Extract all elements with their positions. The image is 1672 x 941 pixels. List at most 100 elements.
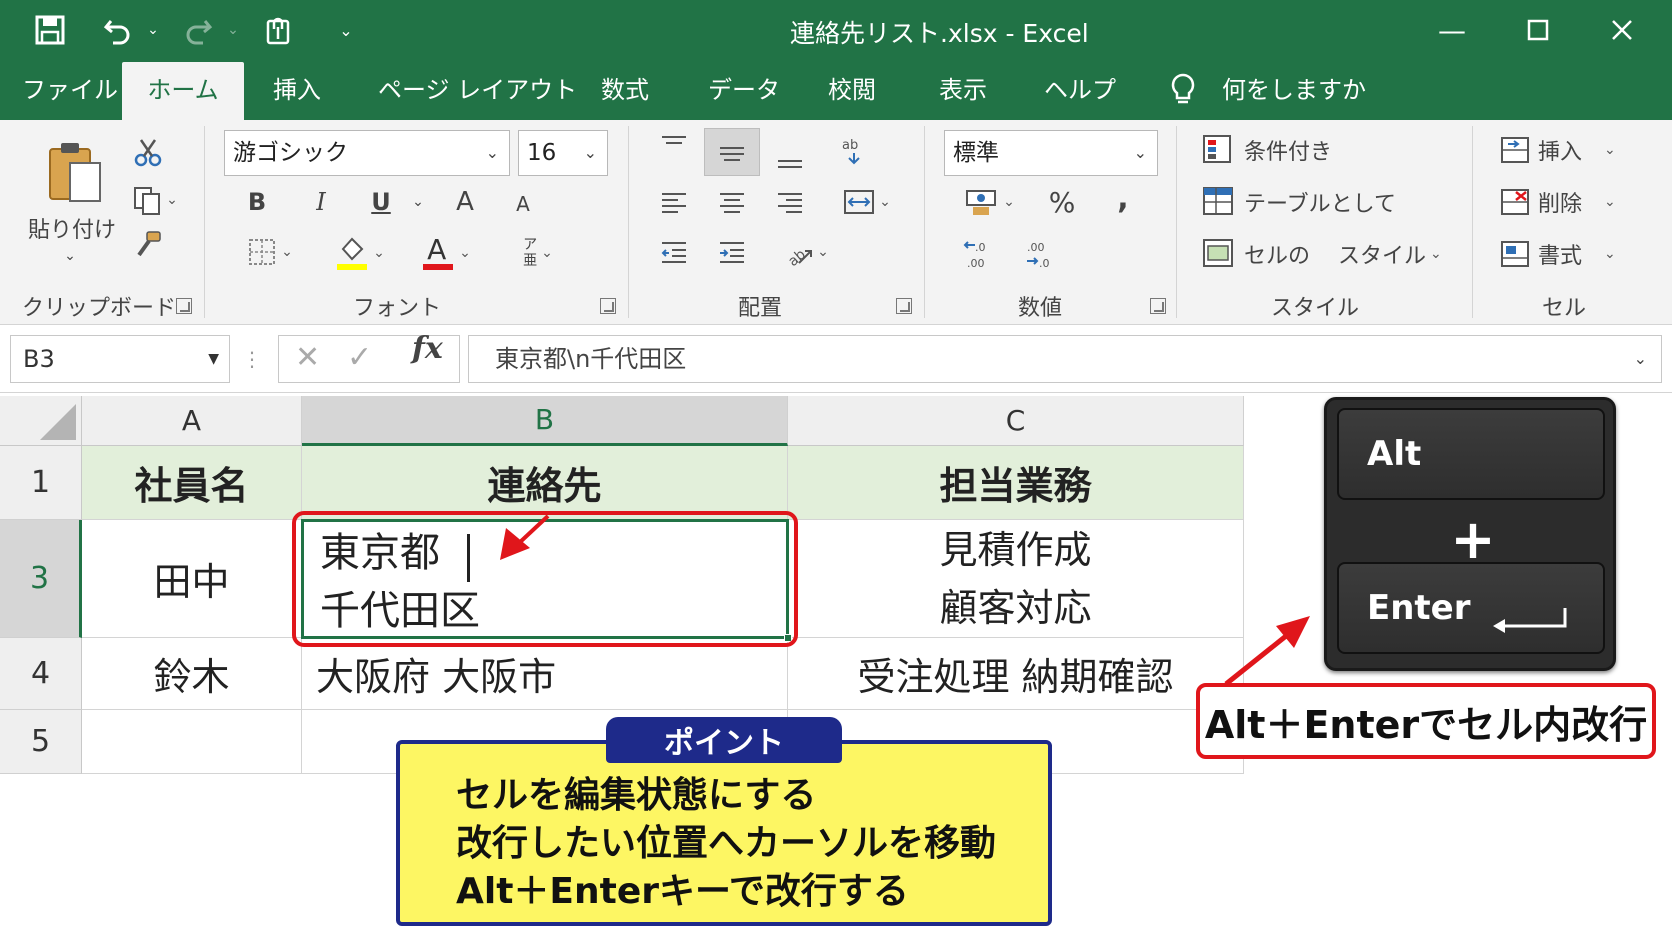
fill-color-icon[interactable]: ⌄ bbox=[328, 232, 392, 274]
row-header-1[interactable]: 1 bbox=[0, 446, 82, 520]
column-header-b[interactable]: B bbox=[302, 396, 788, 446]
lightbulb-icon bbox=[1168, 72, 1198, 108]
column-header-a[interactable]: A bbox=[82, 396, 302, 446]
decrease-indent-icon[interactable] bbox=[656, 234, 692, 270]
underline-button[interactable]: U bbox=[364, 182, 398, 222]
row-header-5[interactable]: 5 bbox=[0, 710, 82, 774]
align-left-icon[interactable] bbox=[656, 184, 692, 220]
borders-icon[interactable]: ⌄ bbox=[240, 232, 300, 272]
cell-a5[interactable] bbox=[82, 710, 302, 774]
cell-c3[interactable]: 見積作成 顧客対応 bbox=[788, 520, 1244, 638]
delete-cells-button[interactable]: 削除 ⌄ bbox=[1498, 182, 1630, 222]
redo-dropdown-icon[interactable]: ⌄ bbox=[224, 10, 242, 50]
decrease-decimal-icon[interactable]: .00.0 bbox=[1020, 234, 1060, 274]
alignment-launcher-icon[interactable] bbox=[896, 298, 912, 314]
cell-b4[interactable]: 大阪府 大阪市 bbox=[302, 638, 788, 710]
format-painter-icon[interactable] bbox=[130, 226, 166, 262]
vertical-text-icon[interactable]: ab bbox=[836, 132, 872, 168]
underline-dropdown-icon[interactable]: ⌄ bbox=[410, 190, 426, 214]
chevron-down-icon: ⌄ bbox=[1604, 194, 1616, 210]
styles-group-label: スタイル bbox=[1270, 296, 1359, 321]
number-launcher-icon[interactable] bbox=[1150, 298, 1166, 314]
name-box[interactable]: B3 ▼ bbox=[10, 335, 230, 383]
title-bar: ⌄ ⌄ ⌄ 連絡先リスト.xlsx - Excel — bbox=[0, 0, 1672, 62]
cancel-edit-icon[interactable]: ✕ bbox=[295, 340, 320, 375]
align-middle-icon[interactable] bbox=[704, 128, 760, 176]
increase-indent-icon[interactable] bbox=[714, 234, 750, 270]
tab-insert[interactable]: 挿入 bbox=[262, 62, 332, 120]
increase-decimal-icon[interactable]: .0.00 bbox=[958, 234, 998, 274]
conditional-formatting-button[interactable]: 条件付き bbox=[1202, 130, 1372, 170]
expand-formula-bar-icon[interactable]: ⌄ bbox=[1634, 336, 1647, 382]
italic-button[interactable]: I bbox=[304, 182, 338, 222]
column-header-c[interactable]: C bbox=[788, 396, 1244, 446]
tab-formulas[interactable]: 数式 bbox=[594, 62, 656, 120]
shrink-font-button[interactable]: A bbox=[508, 186, 538, 222]
orientation-icon[interactable]: ab ⌄ bbox=[776, 232, 836, 272]
font-family-value: 游ゴシック bbox=[233, 140, 348, 166]
copy-icon[interactable]: ⌄ bbox=[130, 182, 180, 218]
cell-a3[interactable]: 田中 bbox=[82, 520, 302, 638]
tab-view[interactable]: 表示 bbox=[932, 62, 994, 120]
customize-quick-access-icon[interactable]: ⌄ bbox=[334, 10, 358, 50]
alt-key: Alt bbox=[1337, 408, 1605, 500]
select-all-button[interactable] bbox=[0, 396, 82, 446]
clipboard-launcher-icon[interactable] bbox=[176, 298, 192, 314]
font-size-select[interactable]: 16 ⌄ bbox=[518, 130, 608, 176]
point-line-2: 改行したい位置へカーソルを移動 bbox=[456, 823, 997, 864]
bold-button[interactable]: B bbox=[240, 182, 274, 222]
paste-dropdown-icon[interactable]: ⌄ bbox=[58, 246, 82, 266]
cell-styles-button[interactable]: セルの スタイル ⌄ bbox=[1202, 234, 1458, 274]
currency-format-icon[interactable]: ⌄ bbox=[958, 182, 1022, 222]
paste-button[interactable]: 貼り付け bbox=[22, 208, 122, 248]
alt-enter-caption: Alt＋Enterでセル内改行 bbox=[1196, 683, 1656, 759]
paste-icon[interactable] bbox=[40, 134, 110, 210]
restore-icon[interactable] bbox=[1508, 8, 1568, 52]
save-icon[interactable] bbox=[30, 10, 70, 50]
align-right-icon[interactable] bbox=[772, 184, 808, 220]
tab-data[interactable]: データ bbox=[704, 62, 784, 120]
paste-label: 貼り付け bbox=[27, 218, 116, 243]
comma-button[interactable]: , bbox=[1108, 178, 1138, 218]
align-center-icon[interactable] bbox=[714, 184, 750, 220]
tab-page-layout[interactable]: ページ レイアウト bbox=[378, 62, 577, 120]
tell-me-box[interactable]: 何をしますか bbox=[1222, 62, 1366, 120]
confirm-edit-icon[interactable]: ✓ bbox=[347, 340, 372, 375]
cell-c4[interactable]: 受注処理 納期確認 bbox=[788, 638, 1244, 710]
redo-icon[interactable] bbox=[178, 10, 218, 50]
tab-file[interactable]: ファイル bbox=[20, 62, 120, 120]
cell-a1[interactable]: 社員名 bbox=[82, 446, 302, 520]
undo-icon[interactable] bbox=[98, 10, 138, 50]
font-color-icon[interactable]: A ⌄ bbox=[414, 232, 478, 274]
separator bbox=[1176, 126, 1177, 318]
undo-dropdown-icon[interactable]: ⌄ bbox=[144, 10, 162, 50]
minimize-icon[interactable]: — bbox=[1422, 8, 1482, 52]
number-format-select[interactable]: 標準 ⌄ bbox=[944, 130, 1158, 176]
close-icon[interactable] bbox=[1592, 8, 1652, 52]
tab-review[interactable]: 校閲 bbox=[822, 62, 882, 120]
cut-icon[interactable] bbox=[130, 134, 166, 170]
grow-font-button[interactable]: A bbox=[448, 182, 482, 222]
row-header-4[interactable]: 4 bbox=[0, 638, 82, 710]
cell-c1[interactable]: 担当業務 bbox=[788, 446, 1244, 520]
cell-styles-icon bbox=[1203, 239, 1233, 267]
touch-mode-icon[interactable] bbox=[258, 10, 298, 50]
insert-cells-button[interactable]: 挿入 ⌄ bbox=[1498, 130, 1630, 170]
merge-center-icon[interactable]: ⌄ bbox=[832, 182, 902, 222]
font-launcher-icon[interactable] bbox=[600, 298, 616, 314]
formula-input[interactable]: 東京都\n千代田区 ⌄ bbox=[468, 335, 1662, 383]
insert-function-button[interactable]: fx bbox=[412, 331, 443, 366]
font-family-select[interactable]: 游ゴシック ⌄ bbox=[224, 130, 510, 176]
tab-help[interactable]: ヘルプ bbox=[1044, 62, 1116, 120]
align-top-icon[interactable] bbox=[656, 128, 692, 162]
row-header-3[interactable]: 3 bbox=[0, 520, 82, 638]
align-bottom-icon[interactable] bbox=[772, 142, 808, 176]
cell-a4[interactable]: 鈴木 bbox=[82, 638, 302, 710]
formula-bar-grip-icon[interactable]: ⋮ bbox=[242, 337, 262, 381]
phonetic-icon[interactable]: ア 亜 ⌄ bbox=[508, 232, 568, 274]
cell-b1[interactable]: 連絡先 bbox=[302, 446, 788, 520]
format-as-table-button[interactable]: テーブルとして bbox=[1202, 182, 1402, 222]
tab-home[interactable]: ホーム bbox=[122, 62, 244, 120]
format-cells-button[interactable]: 書式 ⌄ bbox=[1498, 234, 1630, 274]
percent-button[interactable]: % bbox=[1044, 182, 1080, 222]
